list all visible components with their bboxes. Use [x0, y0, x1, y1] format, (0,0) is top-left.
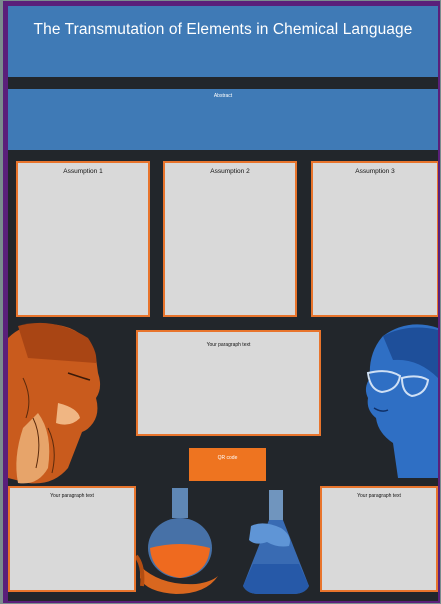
poster: The Transmutation of Elements in Chemica…: [8, 6, 438, 601]
abstract-band: Abstract: [8, 89, 438, 150]
right-paragraph-box: Your paragraph text: [320, 486, 438, 592]
erlenmeyer-flask-illustration-icon: [243, 490, 309, 594]
poster-title: The Transmutation of Elements in Chemica…: [33, 21, 413, 38]
title-band: The Transmutation of Elements in Chemica…: [8, 6, 438, 77]
assumption-3-label: Assumption 3: [355, 168, 395, 175]
assumption-box-1: Assumption 1: [16, 161, 150, 317]
right-paragraph-text: Your paragraph text: [357, 493, 401, 499]
qr-code-label: QR code: [217, 455, 238, 461]
abstract-label: Abstract: [213, 93, 233, 99]
left-paragraph-box: Your paragraph text: [8, 486, 136, 592]
left-paragraph-text: Your paragraph text: [50, 493, 94, 499]
assumption-box-2: Assumption 2: [163, 161, 297, 317]
center-paragraph-box: Your paragraph text: [136, 330, 321, 436]
scientist-illustration-icon: [365, 324, 438, 478]
assumption-1-label: Assumption 1: [63, 168, 103, 175]
center-paragraph-text: Your paragraph text: [206, 342, 251, 348]
alchemist-illustration-icon: [8, 322, 101, 484]
assumption-box-3: Assumption 3: [311, 161, 438, 317]
qr-code-box: QR code: [189, 448, 266, 481]
round-flask-illustration-icon: [136, 488, 218, 594]
assumption-2-label: Assumption 2: [210, 168, 250, 175]
